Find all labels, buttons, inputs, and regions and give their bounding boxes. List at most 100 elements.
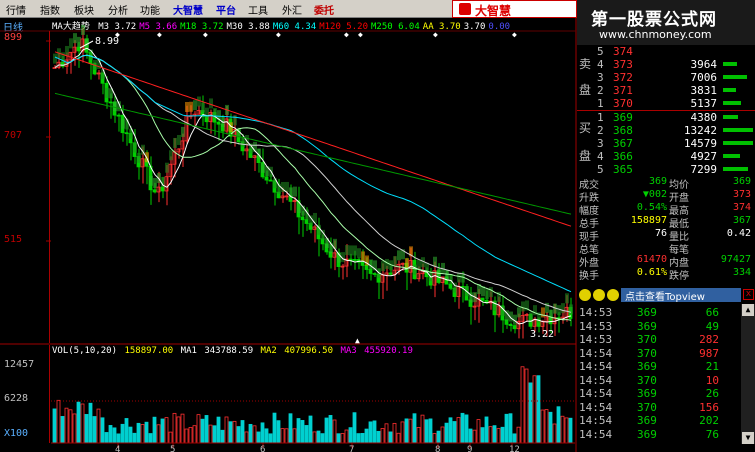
tick-price: 370 [637, 346, 657, 360]
ask-level: 3 [597, 71, 604, 84]
circle-icon[interactable] [593, 289, 605, 301]
trend-band [457, 272, 461, 283]
trend-band [433, 256, 437, 267]
trend-band [381, 261, 385, 272]
ma-line-250 [54, 92, 572, 215]
event-marker: ◆ [276, 30, 281, 39]
volume-bar [492, 425, 497, 444]
bid-price: 368 [613, 124, 633, 137]
trend-band [413, 264, 417, 275]
tick-scrollbar[interactable]: ▲ ▼ [741, 304, 755, 444]
tick-time: 14:54 [579, 387, 613, 400]
circle-icon[interactable] [579, 289, 591, 301]
scroll-up-icon[interactable]: ▲ [742, 304, 754, 316]
bid-row[interactable]: 5 365 7299 [577, 163, 755, 176]
volume-bar [400, 421, 405, 444]
trend-band [445, 270, 449, 281]
quote-row: 升跌 ▼002 开盘 373 [577, 189, 755, 204]
topview-link[interactable]: 点击查看Topview [621, 288, 741, 303]
tick-time: 14:54 [579, 400, 613, 414]
ask-qty: 3964 [690, 58, 718, 71]
volume-bar [316, 430, 321, 444]
volume-bar [480, 427, 485, 444]
event-marker: ◆ [344, 30, 349, 39]
tick-price: 369 [637, 427, 657, 441]
trend-band [121, 118, 125, 129]
x-tick-label: 6 [260, 445, 265, 452]
quote-value: 334 [732, 267, 751, 278]
scroll-down-icon[interactable]: ▼ [742, 432, 754, 444]
volume-bar [144, 421, 149, 444]
bid-row[interactable]: 2 368 13242 [577, 124, 755, 137]
tick-row: 14:54 369 21 [577, 360, 755, 373]
bid-row[interactable]: 3 367 14579 [577, 137, 755, 150]
candle-body [116, 114, 121, 117]
volume-value: 158897.00 [124, 346, 174, 356]
bid-row[interactable]: 4 366 4927 [577, 150, 755, 163]
candle-body [300, 216, 305, 221]
quote-row: 成交 369 均价 369 [577, 176, 755, 191]
x-tick-label: 12 [509, 445, 520, 452]
event-marker: ◆ [203, 30, 208, 39]
volume-bar [248, 423, 253, 444]
volume-bar [124, 418, 129, 444]
bid-volume-bar [723, 154, 740, 158]
tick-row: 14:54 370 156 [577, 400, 755, 414]
volume-bar [416, 427, 421, 444]
volume-bar [164, 417, 169, 444]
trend-band [165, 162, 169, 173]
ma1-value: 343788.59 [204, 346, 254, 356]
trend-band [149, 175, 153, 186]
tick-price: 369 [637, 387, 657, 400]
candle-body [268, 179, 273, 182]
trend-band [353, 245, 357, 256]
volume-bar [548, 411, 553, 444]
candle-body [360, 261, 365, 266]
bid-row[interactable]: 1 369 4380 [577, 111, 755, 124]
volume-bar [388, 431, 393, 444]
volume-bar [392, 422, 397, 444]
tick-time: 14:53 [579, 333, 613, 346]
ask-row[interactable]: 2 371 3831 [577, 84, 755, 97]
volume-bar [76, 401, 81, 444]
ask-row[interactable]: 1 370 5137 [577, 97, 755, 110]
volume-bar [460, 412, 465, 444]
close-icon[interactable]: x [743, 289, 754, 300]
quote-value: 369 [648, 176, 667, 187]
trend-band [181, 126, 185, 137]
volume-bar [368, 421, 373, 444]
price-tick: 515 [4, 234, 23, 245]
ask-row[interactable]: 5 374 [577, 45, 755, 58]
bid-level: 3 [597, 137, 604, 150]
ma2-value: 407996.50 [284, 346, 334, 356]
circle-icon[interactable] [607, 289, 619, 301]
quote-row: 幅度 0.54% 最高 374 [577, 202, 755, 217]
trend-band [293, 186, 297, 197]
trend-band [209, 98, 213, 109]
x-tick-label: 5 [170, 445, 175, 452]
volume-bar [508, 413, 513, 444]
volume-bar [204, 415, 209, 444]
ask-row[interactable]: 4 373 3964 [577, 58, 755, 71]
volume-bar [296, 418, 301, 444]
ask-row[interactable]: 3 372 7006 [577, 71, 755, 84]
volume-bar [160, 418, 165, 444]
volume-bar [348, 427, 353, 444]
tick-list: 14:53 369 66 14:53 369 49 14:53 370 282 14:54 370 9… [577, 304, 755, 444]
tick-row: 14:53 369 66 [577, 306, 755, 319]
volume-bar [84, 414, 89, 444]
bid-level: 1 [597, 111, 604, 124]
candle-body [124, 132, 129, 135]
volume-bar [488, 426, 493, 444]
volume-bar [536, 375, 541, 444]
volume-bar [256, 431, 261, 444]
volume-bar [500, 426, 505, 444]
trend-band [357, 248, 361, 259]
bid-qty: 4927 [690, 150, 718, 163]
tick-volume: 66 [705, 306, 719, 319]
volume-bar [148, 433, 153, 444]
volume-bar [200, 418, 205, 444]
ma-line-30 [54, 54, 572, 313]
trend-band [569, 304, 573, 315]
price-tick: 899 [4, 32, 23, 43]
